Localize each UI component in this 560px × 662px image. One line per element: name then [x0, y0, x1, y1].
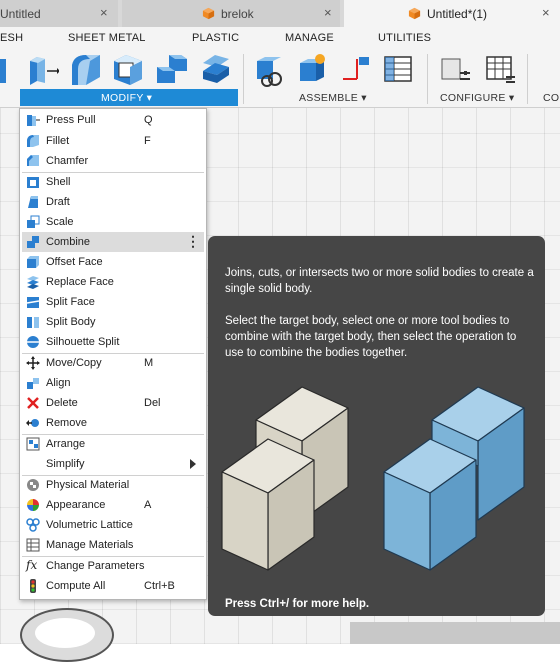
menu-item-delete[interactable]: Delete Del [22, 393, 204, 413]
doc-tab-untitled-1[interactable]: Untitled*(1) × [344, 0, 560, 27]
draft-icon [28, 196, 38, 208]
manage-materials-icon [26, 538, 40, 552]
document-tab-bar: Untitled × brelok × Untitled*(1) × [0, 0, 560, 27]
menu-item-volumetric-lattice[interactable]: Volumetric Lattice [22, 515, 204, 535]
as-built-joint-icon[interactable] [339, 53, 371, 87]
tab-mesh[interactable]: ESH [0, 32, 23, 44]
menu-item-appearance[interactable]: Appearance A [22, 495, 204, 515]
close-icon[interactable]: × [324, 5, 332, 20]
assemble-group-button[interactable]: ASSEMBLE ▾ [299, 92, 367, 104]
menu-item-simplify[interactable]: Simplify [22, 454, 204, 474]
remove-icon [26, 419, 39, 427]
menu-item-compute-all[interactable]: Compute All Ctrl+B [22, 576, 204, 596]
ribbon-separator [427, 54, 428, 104]
submenu-arrow-icon [190, 459, 196, 469]
tab-plastic[interactable]: PLASTIC [192, 32, 239, 44]
delete-icon [27, 397, 39, 409]
menu-item-press-pull[interactable]: Press Pull Q [22, 110, 204, 130]
tab-utilities[interactable]: UTILITIES [378, 32, 431, 44]
scale-icon [27, 215, 40, 228]
menu-item-split-body[interactable]: Split Body [22, 312, 204, 332]
menu-item-offset-face[interactable]: Offset Face [22, 252, 204, 272]
construct-group-button[interactable]: CO [543, 92, 559, 104]
menu-item-move-copy[interactable]: Move/Copy M [22, 353, 204, 373]
shell-icon [27, 177, 39, 188]
ribbon-separator [527, 54, 528, 104]
function-icon: fx [26, 558, 38, 572]
tab-manage[interactable]: MANAGE [285, 32, 334, 44]
chamfer-icon [27, 155, 39, 166]
shell-icon[interactable] [112, 53, 144, 87]
press-pull-icon[interactable] [27, 53, 59, 87]
menu-item-align[interactable]: Align [22, 373, 204, 393]
menu-item-replace-face[interactable]: Replace Face [22, 272, 204, 292]
menu-item-silhouette-split[interactable]: Silhouette Split [22, 332, 204, 352]
modify-dropdown-menu: Press Pull Q Fillet F Chamfer Shell Draf… [19, 108, 207, 600]
doc-tab-label: Untitled*(1) [427, 7, 488, 21]
silhouette-split-icon [27, 336, 39, 348]
tab-sheet-metal[interactable]: SHEET METAL [68, 32, 146, 44]
physical-material-icon [27, 479, 39, 491]
menu-item-change-parameters[interactable]: fx Change Parameters [22, 556, 204, 576]
menu-item-manage-materials[interactable]: Manage Materials [22, 535, 204, 555]
menu-item-combine[interactable]: Combine ⋮ [22, 232, 204, 252]
combined-body-illustration [383, 386, 525, 571]
menu-item-chamfer[interactable]: Chamfer [22, 151, 204, 171]
combine-illustration [221, 386, 525, 571]
design-file-icon [408, 7, 421, 20]
replace-face-icon [27, 276, 39, 289]
workspace-tab-bar: ESH SHEET METAL PLASTIC MANAGE UTILITIES [0, 27, 560, 49]
traffic-light-icon [30, 579, 36, 593]
menu-item-scale[interactable]: Scale [22, 212, 204, 232]
doc-tab-brelok[interactable]: brelok × [122, 0, 340, 27]
split-body-icon [27, 317, 39, 328]
separate-bodies-illustration [221, 386, 349, 571]
close-icon[interactable]: × [542, 5, 550, 20]
volumetric-lattice-icon [26, 518, 40, 532]
doc-tab-untitled[interactable]: Untitled × [0, 0, 118, 27]
combine-tooltip: Joins, cuts, or intersects two or more s… [208, 236, 545, 616]
canvas-body [350, 622, 560, 644]
split-face-icon [26, 297, 40, 308]
tooltip-help-hint: Press Ctrl+/ for more help. [225, 598, 370, 610]
more-options-icon[interactable]: ⋮ [186, 233, 200, 250]
doc-tab-label: Untitled [0, 7, 41, 21]
combine-icon [27, 236, 39, 248]
fillet-icon[interactable] [70, 53, 102, 87]
fillet-icon [27, 135, 39, 147]
new-component-icon[interactable] [253, 53, 285, 87]
table-icon[interactable] [382, 53, 414, 87]
joint-icon[interactable] [296, 53, 328, 87]
configuration-table-icon[interactable] [484, 53, 516, 87]
design-file-icon [202, 7, 215, 20]
partial-tool-icon[interactable] [0, 53, 8, 87]
modify-group-button[interactable]: MODIFY ▾ [20, 89, 238, 106]
move-icon [26, 356, 40, 370]
offset-face-icon [27, 256, 39, 268]
configure-icon[interactable] [440, 53, 472, 87]
menu-item-arrange[interactable]: Arrange [22, 434, 204, 454]
ribbon-separator [243, 54, 244, 104]
press-pull-icon [27, 115, 40, 126]
appearance-icon [27, 499, 39, 511]
menu-item-draft[interactable]: Draft [22, 192, 204, 212]
align-icon [27, 378, 39, 389]
combine-icon[interactable] [155, 53, 187, 87]
menu-item-shell[interactable]: Shell [22, 172, 204, 192]
menu-item-split-face[interactable]: Split Face [22, 292, 204, 312]
arrange-icon [26, 437, 40, 451]
modify-label: MODIFY ▾ [101, 92, 153, 104]
menu-item-physical-material[interactable]: Physical Material [22, 475, 204, 495]
close-icon[interactable]: × [100, 5, 108, 20]
replace-face-icon[interactable] [199, 53, 231, 87]
menu-item-remove[interactable]: Remove [22, 413, 204, 433]
configure-group-button[interactable]: CONFIGURE ▾ [440, 92, 515, 104]
menu-item-fillet[interactable]: Fillet F [22, 131, 204, 151]
doc-tab-label: brelok [221, 7, 254, 21]
